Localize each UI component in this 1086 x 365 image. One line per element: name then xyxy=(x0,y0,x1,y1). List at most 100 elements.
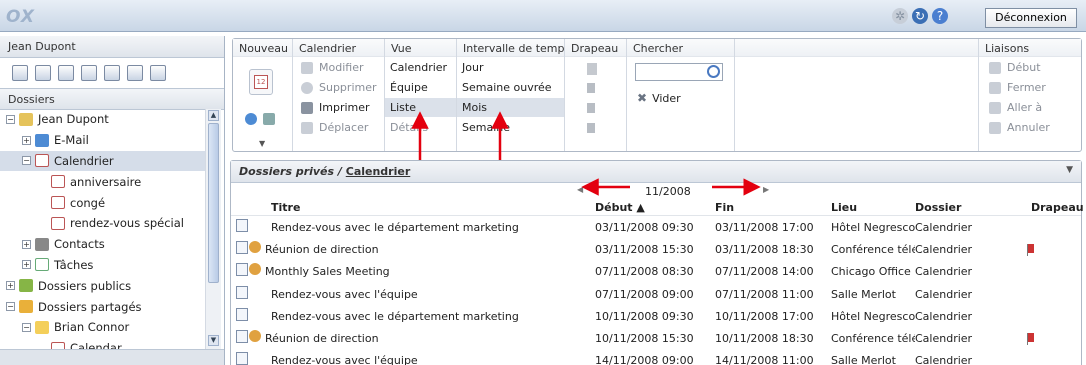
scrollbar-thumb[interactable] xyxy=(208,123,219,283)
search-input[interactable] xyxy=(635,63,723,81)
chevron-down-icon[interactable]: ▼ xyxy=(259,139,265,148)
group-vue-label: Vue xyxy=(385,39,456,57)
tree-item[interactable]: − Calendrier xyxy=(0,150,205,172)
liaison-annuler-button[interactable]: Annuler xyxy=(989,121,1050,134)
table-row[interactable]: Monthly Sales Meeting 07/11/2008 08:30 07/… xyxy=(231,260,1081,282)
tree-item-label: Brian Connor xyxy=(54,320,130,335)
search-icon[interactable] xyxy=(707,65,720,78)
deplacer-label: Déplacer xyxy=(319,121,369,134)
new-appointment-button[interactable]: 12 xyxy=(249,69,273,95)
tree-item[interactable]: − Brian Connor xyxy=(0,317,205,338)
tree-item[interactable]: Calendar xyxy=(0,338,205,349)
collapse-icon[interactable]: − xyxy=(6,114,15,124)
chevron-down-icon[interactable]: ▼ xyxy=(1066,165,1073,175)
collapse-icon[interactable]: − xyxy=(22,156,31,166)
tree-item[interactable]: − Jean Dupont xyxy=(0,109,205,130)
flag-icon[interactable] xyxy=(587,123,595,133)
app-logo: OX xyxy=(6,7,35,27)
table-row[interactable]: Réunion de direction 10/11/2008 15:30 10/1… xyxy=(231,327,1081,349)
logout-button[interactable]: Déconnexion xyxy=(985,8,1077,28)
table-row[interactable]: Réunion de direction 03/11/2008 15:30 03/1… xyxy=(231,238,1081,260)
vue-details-option[interactable]: Détails xyxy=(390,121,428,134)
cell-lieu: Hôtel Negresco xyxy=(831,221,915,234)
supprimer-button[interactable]: Supprimer xyxy=(301,81,377,94)
tree-item[interactable]: + Contacts xyxy=(0,234,205,255)
table-row[interactable]: Rendez-vous avec l'équipe 14/11/2008 09:0… xyxy=(231,349,1081,365)
cell-start: 07/11/2008 09:00 xyxy=(595,287,694,301)
expand-icon[interactable]: + xyxy=(6,281,15,291)
expand-icon[interactable]: + xyxy=(22,239,31,249)
folder-icon xyxy=(51,341,65,349)
cell-start: 10/11/2008 09:30 xyxy=(595,309,694,323)
scroll-down-icon[interactable]: ▼ xyxy=(208,335,219,346)
tree-item[interactable]: − Dossiers partagés xyxy=(0,296,205,317)
column-drapeau[interactable]: Drapeau xyxy=(1031,201,1084,214)
help-icon[interactable]: ? xyxy=(932,8,948,24)
tree-item[interactable]: rendez-vous spécial xyxy=(0,213,205,234)
table-row[interactable]: Rendez-vous avec l'équipe 07/11/2008 09:0… xyxy=(231,283,1081,305)
gear-icon[interactable]: ✲ xyxy=(892,8,908,24)
liaison-debut-label: Début xyxy=(1007,61,1041,74)
folder-icon xyxy=(35,133,49,147)
tree-item[interactable]: congé xyxy=(0,192,205,213)
expand-icon[interactable]: + xyxy=(22,260,31,270)
liaison-aller-button[interactable]: Aller à xyxy=(989,101,1042,114)
modifier-button[interactable]: Modifier xyxy=(301,61,363,74)
cell-title: Rendez-vous avec l'équipe xyxy=(271,287,418,301)
calendar-icon[interactable] xyxy=(58,65,74,81)
column-debut[interactable]: Début ▲ xyxy=(595,201,645,214)
contacts-icon[interactable] xyxy=(81,65,97,81)
scroll-up-icon[interactable]: ▲ xyxy=(208,110,219,121)
column-lieu[interactable]: Lieu xyxy=(831,201,857,214)
column-fin[interactable]: Fin xyxy=(715,201,734,214)
flag-icon[interactable] xyxy=(587,83,595,93)
vue-equipe-option[interactable]: Équipe xyxy=(390,81,428,94)
home-icon[interactable] xyxy=(12,65,28,81)
interval-jour-option[interactable]: Jour xyxy=(462,61,483,74)
cell-end: 03/11/2008 17:00 xyxy=(715,221,814,234)
tree-item[interactable]: + Dossiers publics xyxy=(0,275,205,296)
vue-liste-option[interactable]: Liste xyxy=(385,98,456,117)
column-titre[interactable]: Titre xyxy=(271,201,300,214)
group-vue: Vue Calendrier Équipe Liste Détails xyxy=(385,39,457,151)
collapse-icon[interactable]: − xyxy=(6,302,15,312)
vue-calendrier-option[interactable]: Calendrier xyxy=(390,61,447,74)
flag-icon xyxy=(1027,332,1034,345)
vider-button[interactable]: ✖ Vider xyxy=(637,91,681,105)
next-month-icon[interactable]: ▶ xyxy=(763,185,769,194)
table-row[interactable]: Rendez-vous avec le département marketin… xyxy=(231,305,1081,327)
deplacer-button[interactable]: Déplacer xyxy=(301,121,368,134)
collapse-icon[interactable]: − xyxy=(22,322,31,332)
interval-semaine-ouvree-option[interactable]: Semaine ouvrée xyxy=(462,81,552,94)
interval-semaine-option[interactable]: Semaine xyxy=(462,121,510,134)
column-dossier[interactable]: Dossier xyxy=(915,201,961,214)
tree-item[interactable]: + Tâches xyxy=(0,255,205,276)
previous-month-icon[interactable]: ◀ xyxy=(577,185,583,194)
vue-liste-label: Liste xyxy=(390,101,416,114)
cell-end: 03/11/2008 18:30 xyxy=(715,243,814,257)
files-icon[interactable] xyxy=(127,65,143,81)
cell-dossier: Calendrier xyxy=(915,354,973,365)
vider-label: Vider xyxy=(652,91,681,105)
table-row[interactable]: Rendez-vous avec le département marketin… xyxy=(231,216,1081,238)
imprimer-button[interactable]: Imprimer xyxy=(301,101,370,114)
breadcrumb-calendar-link[interactable]: Calendrier xyxy=(346,165,411,178)
refresh-icon[interactable]: ↻ xyxy=(912,8,928,24)
settings-icon[interactable] xyxy=(150,65,166,81)
folder-tree-scrollbar[interactable]: ▲ ▼ xyxy=(205,109,221,349)
expand-icon[interactable]: + xyxy=(22,135,31,145)
liaison-fermer-button[interactable]: Fermer xyxy=(989,81,1046,94)
mail-icon[interactable] xyxy=(35,65,51,81)
new-secondary-icons[interactable] xyxy=(245,113,281,125)
cell-dossier: Calendrier xyxy=(915,243,973,257)
liaison-debut-button[interactable]: Début xyxy=(989,61,1041,74)
edit-icon xyxy=(301,61,313,74)
flag-icon[interactable] xyxy=(587,63,597,75)
interval-mois-option[interactable]: Mois xyxy=(457,98,564,117)
tree-item[interactable]: + E-Mail xyxy=(0,130,205,151)
group-intervalle: Intervalle de temps Jour Semaine ouvrée … xyxy=(457,39,565,151)
tasks-icon[interactable] xyxy=(104,65,120,81)
tree-item-label: rendez-vous spécial xyxy=(70,216,184,231)
tree-item[interactable]: anniversaire xyxy=(0,171,205,192)
flag-icon[interactable] xyxy=(587,103,595,113)
